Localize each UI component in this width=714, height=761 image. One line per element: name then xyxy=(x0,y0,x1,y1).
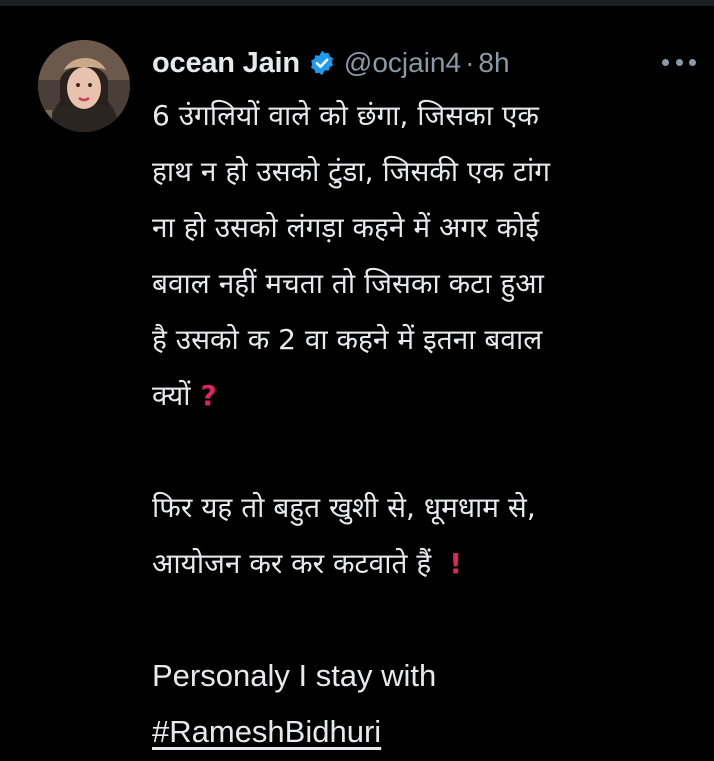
display-name[interactable]: ocean Jain xyxy=(152,47,300,80)
text-line: Personaly I stay with xyxy=(152,658,437,693)
question-mark-emoji: ? xyxy=(200,379,217,412)
text-line: क्यों? xyxy=(152,368,692,424)
hashtag-line: #RameshBidhuri xyxy=(152,704,692,760)
text-line: ना हो उसको लंगड़ा कहने में अगर कोई xyxy=(152,211,539,244)
handle[interactable]: @ocjain4 xyxy=(344,47,461,79)
separator-dot: · xyxy=(465,47,475,78)
text-line: बवाल नहीं मचता तो जिसका कटा हुआ xyxy=(152,267,544,300)
text-segment: क्यों xyxy=(152,379,191,412)
profile-photo xyxy=(38,40,130,132)
more-options-icon[interactable] xyxy=(662,52,696,72)
text-line: है उसको क 2 वा कहने में इतना बवाल xyxy=(152,323,543,356)
text-line: फिर यह तो बहुत खुशी से, धूमधाम से, xyxy=(152,491,536,524)
hashtag-link[interactable]: #RameshBidhuri xyxy=(152,714,381,749)
text-line: आयोजन कर कर कटवाते हैं! xyxy=(152,536,692,592)
tweet-header: ocean Jain @ocjain4 · 8h xyxy=(152,40,510,86)
tweet-text: 6 उंगलियों वाले को छंगा, जिसका एक हाथ न … xyxy=(152,88,692,760)
verified-badge-icon xyxy=(308,49,336,77)
text-line: हाथ न हो उसको टुंडा, जिसकी एक टांग xyxy=(152,155,551,188)
more-dot xyxy=(662,58,669,66)
more-dot xyxy=(689,58,696,66)
avatar[interactable] xyxy=(38,40,130,132)
exclamation-mark-emoji: ! xyxy=(449,547,462,580)
text-line: 6 उंगलियों वाले को छंगा, जिसका एक xyxy=(152,99,539,132)
timestamp[interactable]: 8h xyxy=(478,47,509,79)
tweet[interactable]: ocean Jain @ocjain4 · 8h 6 उंगलियों वाले… xyxy=(0,6,714,749)
text-segment: आयोजन कर कर कटवाते हैं xyxy=(152,547,432,580)
more-dot xyxy=(675,58,683,66)
